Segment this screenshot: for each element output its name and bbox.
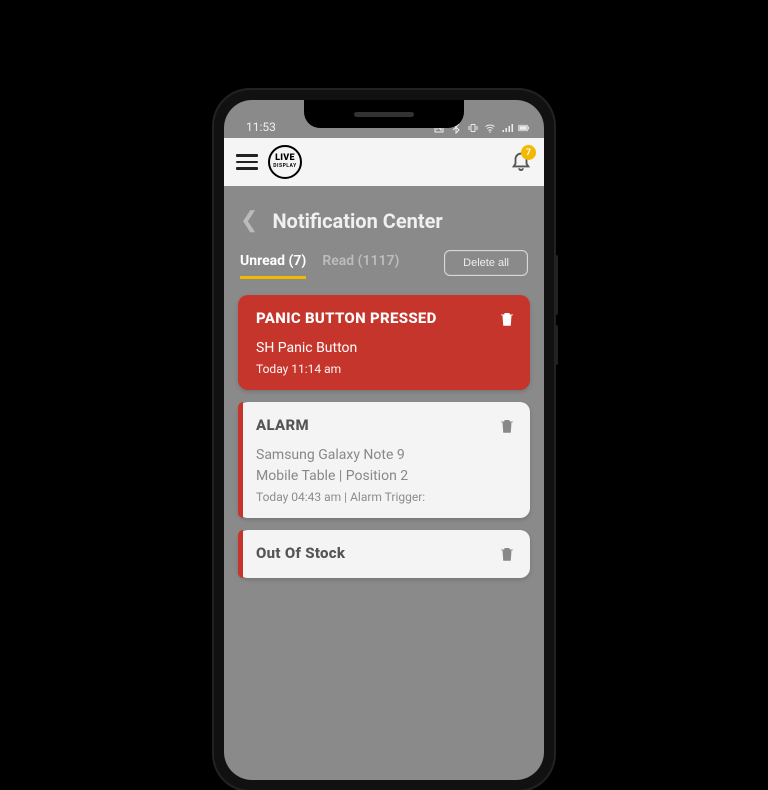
phone-side-button (554, 255, 558, 315)
notification-badge: 7 (521, 145, 536, 160)
trash-icon[interactable] (498, 544, 516, 564)
card-subtitle: SH Panic Button (256, 339, 516, 358)
logo-subtext: DISPLAY (273, 162, 296, 170)
signal-icon (501, 122, 513, 134)
status-time: 11:53 (246, 120, 276, 134)
battery-icon (518, 122, 530, 134)
app-logo: LIVE DISPLAY (268, 145, 302, 179)
tab-unread[interactable]: Unread (7) (240, 247, 306, 279)
notifications-button[interactable]: 7 (510, 149, 532, 175)
notification-card[interactable]: ALARM Samsung Galaxy Note 9 Mobile Table… (238, 402, 530, 518)
menu-icon[interactable] (236, 154, 258, 170)
phone-frame: 11:53 LIVE DISPLAY (214, 90, 554, 790)
card-line1: Samsung Galaxy Note 9 (256, 446, 516, 465)
wifi-icon (484, 122, 496, 134)
trash-icon[interactable] (498, 416, 516, 436)
tabs: Unread (7) Read (1117) Delete all (224, 247, 544, 279)
card-title: Out Of Stock (256, 544, 345, 562)
card-line2: Mobile Table | Position 2 (256, 467, 516, 486)
app-bar: LIVE DISPLAY 7 (224, 138, 544, 186)
page-title: Notification Center (272, 209, 442, 233)
card-title: ALARM (256, 416, 309, 434)
card-title: PANIC BUTTON PRESSED (256, 309, 437, 327)
delete-all-button[interactable]: Delete all (444, 250, 528, 276)
phone-notch (304, 100, 464, 128)
back-icon[interactable]: ❮ (240, 208, 258, 233)
trash-icon[interactable] (498, 309, 516, 329)
notification-card[interactable]: Out Of Stock (238, 530, 530, 578)
tab-read[interactable]: Read (1117) (322, 247, 399, 279)
phone-screen: 11:53 LIVE DISPLAY (224, 100, 544, 780)
notification-list: PANIC BUTTON PRESSED SH Panic Button Tod… (224, 279, 544, 578)
card-accent (238, 402, 243, 518)
page-header: ❮ Notification Center (224, 186, 544, 247)
phone-side-button (554, 325, 558, 365)
vibrate-icon (467, 122, 479, 134)
logo-text: LIVE (275, 154, 295, 162)
notification-card[interactable]: PANIC BUTTON PRESSED SH Panic Button Tod… (238, 295, 530, 390)
card-meta: Today 04:43 am | Alarm Trigger: (256, 490, 516, 504)
card-meta: Today 11:14 am (256, 362, 516, 376)
card-accent (238, 530, 243, 578)
